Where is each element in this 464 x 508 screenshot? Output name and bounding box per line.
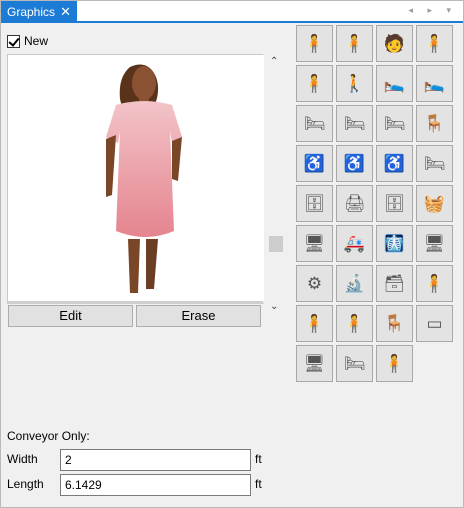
dialysis-machine-icon: 🖥 bbox=[303, 353, 326, 373]
xray-machine-icon: 🖥 bbox=[303, 233, 326, 253]
new-checkbox[interactable] bbox=[7, 34, 20, 48]
nurse-icon: 🧍 bbox=[423, 273, 446, 293]
doctor-icon: 🧑 bbox=[383, 33, 406, 53]
graphic-preview bbox=[7, 54, 264, 304]
graphics-panel: Graphics ✕ ◂ ▸ ▾ New ⌃ ⌄ Edit Erase 🧍 🧍 … bbox=[0, 0, 464, 508]
gallery-item[interactable]: ▭ bbox=[416, 305, 453, 342]
gallery-item[interactable]: 🔬 bbox=[336, 265, 373, 302]
patient-figure-icon bbox=[106, 64, 182, 293]
tab-graphics[interactable]: Graphics ✕ bbox=[1, 1, 77, 23]
seated-person-icon: 🪑 bbox=[383, 313, 406, 333]
gallery-item[interactable]: 🖥 bbox=[296, 345, 333, 382]
gallery-item[interactable]: 🛏 bbox=[376, 105, 413, 142]
gallery-item[interactable]: 🛌 bbox=[416, 65, 453, 102]
gallery-item[interactable]: 🧍 bbox=[376, 345, 413, 382]
gallery-item[interactable]: 🛏 bbox=[416, 145, 453, 182]
gallery-item[interactable]: 🛌 bbox=[376, 65, 413, 102]
close-icon[interactable]: ✕ bbox=[60, 1, 71, 23]
equipment-stand-icon: 🖨 bbox=[343, 193, 366, 213]
gallery-item[interactable]: 🚶 bbox=[336, 65, 373, 102]
length-unit: ft bbox=[255, 477, 262, 491]
gallery-item[interactable]: 🧍 bbox=[296, 65, 333, 102]
gallery-item[interactable]: 🖨 bbox=[336, 185, 373, 222]
person-with-iv-icon: 🧍 bbox=[303, 73, 326, 93]
gallery-item[interactable]: 🖥 bbox=[296, 225, 333, 262]
gallery-item[interactable]: 🧍 bbox=[416, 25, 453, 62]
gallery-item[interactable]: ♿ bbox=[376, 145, 413, 182]
gallery-item[interactable]: 🧍 bbox=[416, 265, 453, 302]
gallery-item[interactable]: 🗄 bbox=[296, 185, 333, 222]
gallery-item[interactable]: ⚙ bbox=[296, 265, 333, 302]
gallery-item[interactable]: 🧍 bbox=[336, 305, 373, 342]
cart-icon: 🗄 bbox=[303, 193, 326, 213]
gallery-item[interactable]: 🧍 bbox=[296, 305, 333, 342]
gallery-item[interactable]: 🧺 bbox=[416, 185, 453, 222]
lying-patient-icon: 🛌 bbox=[383, 73, 406, 93]
standing-man-icon: 🧍 bbox=[343, 33, 366, 53]
patient-gown-icon: 🧍 bbox=[343, 313, 366, 333]
gallery-item[interactable]: 🗃 bbox=[376, 265, 413, 302]
exam-table-icon: 🛏 bbox=[343, 113, 366, 133]
standing-dark-figure-icon: 🧍 bbox=[383, 353, 406, 373]
walking-patient-icon: 🚶 bbox=[343, 73, 366, 93]
mri-icon: ⚙ bbox=[306, 273, 323, 293]
gallery-item[interactable]: 🧍 bbox=[336, 25, 373, 62]
scroll-thumb[interactable] bbox=[269, 236, 283, 252]
scanner-icon: 🩻 bbox=[383, 233, 406, 253]
gallery-item[interactable]: 🚑 bbox=[336, 225, 373, 262]
chair-icon: 🪑 bbox=[423, 113, 446, 133]
standing-patient-icon: 🧍 bbox=[303, 313, 326, 333]
gallery-item[interactable]: 🛏 bbox=[336, 105, 373, 142]
width-unit: ft bbox=[255, 452, 262, 466]
seated-patient-icon: 🧍 bbox=[303, 33, 326, 53]
graphics-gallery: 🧍 🧍 🧑 🧍 🧍 🚶 🛌 🛌 🛏 🛏 🛏 🪑 ♿ ♿ ♿ 🛏 🗄 🖨 🗄 🧺 🖥 🚑 🩻 🖥 ⚙ 🔬 🗃 🧍 🧍 🧍 🪑 ▭ 🖥 🛏 🧍 bbox=[296, 25, 456, 382]
gallery-item[interactable]: 🪑 bbox=[416, 105, 453, 142]
wheelchair-patient-icon: ♿ bbox=[343, 153, 366, 173]
blank-bar-icon: ▭ bbox=[426, 313, 443, 333]
trolley-icon: 🗄 bbox=[383, 193, 406, 213]
gallery-item[interactable]: 🖥 bbox=[416, 225, 453, 262]
length-label: Length bbox=[7, 477, 44, 491]
tab-title: Graphics bbox=[7, 5, 56, 19]
width-label: Width bbox=[7, 452, 38, 466]
gallery-item[interactable]: 🛏 bbox=[336, 345, 373, 382]
surgeon-icon: 🧍 bbox=[423, 33, 446, 53]
new-checkbox-label: New bbox=[24, 34, 49, 48]
scroll-up-icon[interactable]: ⌃ bbox=[270, 56, 278, 67]
gallery-item[interactable]: ♿ bbox=[296, 145, 333, 182]
width-field[interactable]: 2 bbox=[60, 449, 251, 471]
edit-button[interactable]: Edit bbox=[8, 305, 133, 327]
erase-button[interactable]: Erase bbox=[136, 305, 261, 327]
microscope-icon: 🔬 bbox=[343, 273, 366, 293]
conveyor-section-label: Conveyor Only: bbox=[7, 429, 90, 443]
tab-nav-arrows-icon[interactable]: ◂ ▸ ▾ bbox=[408, 5, 457, 16]
wheelchair-seated-icon: ♿ bbox=[383, 153, 406, 173]
gallery-item[interactable]: 🧑 bbox=[376, 25, 413, 62]
tab-strip: Graphics ✕ ◂ ▸ ▾ bbox=[1, 1, 463, 23]
gallery-item[interactable]: ♿ bbox=[336, 145, 373, 182]
monitor-device-icon: 🖥 bbox=[423, 233, 446, 253]
bed-outline-icon: 🛏 bbox=[423, 153, 446, 173]
new-checkbox-row[interactable]: New bbox=[7, 34, 48, 48]
blanket-icon: 🧺 bbox=[423, 193, 446, 213]
gallery-item[interactable]: 🧍 bbox=[296, 25, 333, 62]
gurney-icon: 🛏 bbox=[303, 113, 326, 133]
gallery-item[interactable]: 🩻 bbox=[376, 225, 413, 262]
gallery-item[interactable]: 🛏 bbox=[296, 105, 333, 142]
scroll-down-icon[interactable]: ⌄ bbox=[270, 301, 278, 312]
gallery-item[interactable]: 🗄 bbox=[376, 185, 413, 222]
preview-scrollbar[interactable]: ⌃ ⌄ bbox=[267, 54, 285, 312]
wheelchair-icon: ♿ bbox=[303, 153, 326, 173]
conveyor-bed-icon: 🛏 bbox=[343, 353, 366, 373]
desk-icon: 🗃 bbox=[383, 273, 406, 293]
gallery-item[interactable]: 🪑 bbox=[376, 305, 413, 342]
lying-patient-blue-icon: 🛌 bbox=[423, 73, 446, 93]
stretcher-icon: 🛏 bbox=[383, 113, 406, 133]
length-field[interactable]: 6.1429 bbox=[60, 474, 251, 496]
ambulance-icon: 🚑 bbox=[343, 233, 366, 253]
